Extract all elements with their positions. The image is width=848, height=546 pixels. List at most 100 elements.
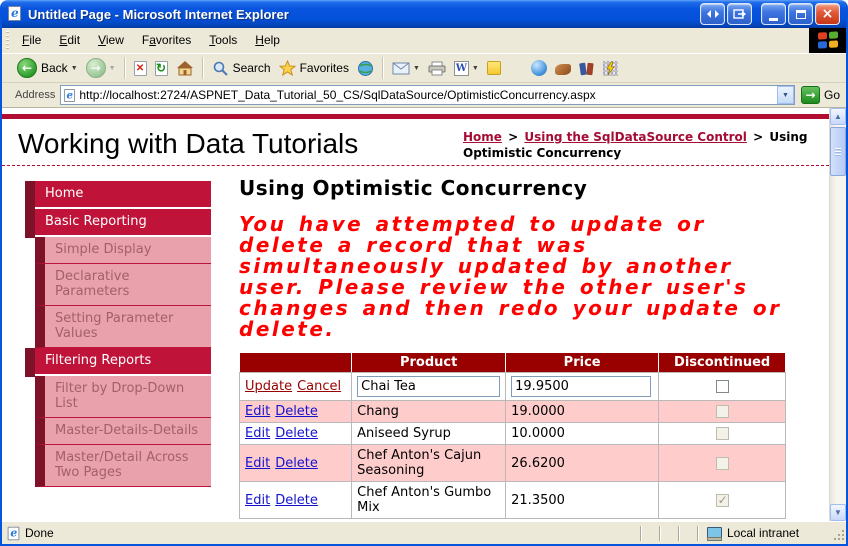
- back-dropdown-icon[interactable]: ▼: [71, 65, 78, 72]
- minimize-button[interactable]: [761, 3, 786, 25]
- page-content: Working with Data Tutorials Home > Using…: [2, 108, 829, 521]
- concurrency-error-message: You have attempted to update or delete a…: [239, 214, 815, 340]
- edit-link[interactable]: Edit: [245, 493, 270, 508]
- media-button[interactable]: [353, 60, 378, 77]
- breadcrumb-separator: >: [506, 130, 520, 144]
- addon-animal-button[interactable]: [551, 61, 575, 75]
- media-globe-icon: [357, 60, 374, 77]
- sidebar-item-filter-by-dropdown-list[interactable]: Filter by Drop-Down List: [35, 376, 211, 418]
- refresh-icon: ↻: [155, 61, 168, 76]
- edit-link[interactable]: Edit: [245, 456, 270, 471]
- sidebar-item-simple-display[interactable]: Simple Display: [35, 237, 211, 264]
- sidebar-item-home[interactable]: Home: [35, 181, 211, 207]
- product-name-cell: Chef Anton's Gumbo Mix: [352, 482, 506, 519]
- mail-button[interactable]: ▼: [388, 62, 424, 75]
- status-page-icon: [8, 526, 20, 540]
- addon-sphere-button[interactable]: [527, 60, 551, 76]
- page-header: Working with Data Tutorials Home > Using…: [2, 119, 829, 166]
- chevron-down-icon: ▼: [834, 508, 842, 517]
- menu-tools[interactable]: Tools: [200, 28, 246, 53]
- delete-link[interactable]: Delete: [275, 456, 318, 471]
- edit-link[interactable]: Edit: [245, 404, 270, 419]
- menu-favorites[interactable]: Favorites: [133, 28, 200, 53]
- delete-link[interactable]: Delete: [275, 493, 318, 508]
- resize-toggle-button[interactable]: [700, 3, 725, 25]
- product-name-cell: Chang: [352, 401, 506, 423]
- window-ie-icon: [8, 6, 23, 23]
- statusbar-divider: [640, 526, 641, 541]
- maximize-button[interactable]: [788, 3, 813, 25]
- blue-sphere-icon: [531, 60, 547, 76]
- scroll-up-button[interactable]: ▲: [830, 108, 846, 125]
- addon-grid-button[interactable]: [599, 61, 622, 76]
- vertical-scrollbar[interactable]: ▲ ▼: [829, 108, 846, 521]
- scrollbar-thumb[interactable]: [830, 127, 846, 176]
- favorites-star-icon: [279, 60, 296, 76]
- grid-row-editing: Update Cancel: [240, 373, 786, 401]
- back-button[interactable]: ← Back ▼: [13, 58, 82, 78]
- menu-file[interactable]: File: [13, 28, 50, 53]
- scroll-down-button[interactable]: ▼: [830, 504, 846, 521]
- go-button[interactable]: →: [801, 86, 820, 104]
- mail-dropdown-icon[interactable]: ▼: [413, 65, 420, 72]
- fox-icon: [555, 64, 571, 75]
- edit-dropdown-icon[interactable]: ▼: [472, 65, 479, 72]
- sidebar-item-declarative-parameters[interactable]: Declarative Parameters: [35, 264, 211, 306]
- column-header-price: Price: [506, 353, 659, 373]
- minimize-icon: [769, 18, 778, 21]
- detach-window-button[interactable]: [727, 3, 752, 25]
- breadcrumb-section-link[interactable]: Using the SqlDataSource Control: [524, 130, 747, 144]
- grid-row: EditDelete Chang 19.0000: [240, 401, 786, 423]
- sidebar-item-master-details-details[interactable]: Master-Details-Details: [35, 418, 211, 445]
- price-input[interactable]: [511, 376, 651, 397]
- address-bar: Address http://localhost:2724/ASPNET_Dat…: [2, 83, 846, 108]
- scrollbar-track[interactable]: [830, 178, 846, 504]
- address-dropdown-button[interactable]: ▼: [777, 86, 794, 104]
- update-link[interactable]: Update: [245, 379, 292, 394]
- breadcrumb-home-link[interactable]: Home: [463, 130, 502, 144]
- forward-button[interactable]: → ▼: [82, 58, 120, 78]
- forward-icon: →: [86, 58, 106, 78]
- sidebar-item-filtering-reports[interactable]: Filtering Reports: [35, 348, 211, 374]
- menu-view[interactable]: View: [89, 28, 133, 53]
- close-button[interactable]: ×: [815, 3, 840, 25]
- page-title: Using Optimistic Concurrency: [239, 176, 815, 200]
- windows-flag-icon: [818, 31, 838, 49]
- messenger-button[interactable]: [483, 61, 505, 75]
- delete-link[interactable]: Delete: [275, 426, 318, 441]
- discontinued-checkbox-disabled: [716, 427, 729, 440]
- cancel-link[interactable]: Cancel: [297, 379, 341, 394]
- window-arrow-icon: [733, 9, 746, 20]
- column-header-discontinued: Discontinued: [659, 353, 786, 373]
- go-arrow-icon: →: [805, 88, 815, 102]
- print-button[interactable]: [424, 61, 450, 76]
- discontinued-checkbox[interactable]: [716, 380, 729, 393]
- edit-with-word-button[interactable]: W ▼: [450, 61, 483, 76]
- favorites-button[interactable]: Favorites: [275, 60, 353, 76]
- edit-link[interactable]: Edit: [245, 426, 270, 441]
- home-button[interactable]: [172, 60, 198, 76]
- sidebar-item-master-detail-two-pages[interactable]: Master/Detail Across Two Pages: [35, 445, 211, 487]
- menubar-grip[interactable]: [4, 31, 11, 50]
- horizontal-arrows-icon: [706, 9, 720, 19]
- address-url[interactable]: http://localhost:2724/ASPNET_Data_Tutori…: [79, 88, 777, 102]
- resize-grip[interactable]: [831, 529, 845, 543]
- back-icon: ←: [17, 58, 37, 78]
- sidebar-item-setting-parameter-values[interactable]: Setting Parameter Values: [35, 306, 211, 348]
- address-input[interactable]: http://localhost:2724/ASPNET_Data_Tutori…: [60, 85, 795, 105]
- status-bar: Done Local intranet: [2, 521, 846, 544]
- discontinued-checkbox-disabled: [716, 405, 729, 418]
- menu-help[interactable]: Help: [246, 28, 289, 53]
- refresh-button[interactable]: ↻: [151, 61, 172, 76]
- breadcrumb: Home > Using the SqlDataSource Control >…: [463, 124, 815, 161]
- research-button[interactable]: [575, 61, 599, 75]
- stop-button[interactable]: ✕: [130, 61, 151, 76]
- product-name-input[interactable]: [357, 376, 500, 397]
- menu-edit[interactable]: Edit: [50, 28, 89, 53]
- close-icon: ×: [822, 7, 834, 21]
- price-cell: 10.0000: [506, 423, 659, 445]
- sidebar-item-basic-reporting[interactable]: Basic Reporting: [35, 209, 211, 235]
- search-button[interactable]: Search: [208, 60, 275, 77]
- delete-link[interactable]: Delete: [275, 404, 318, 419]
- go-label[interactable]: Go: [824, 88, 840, 102]
